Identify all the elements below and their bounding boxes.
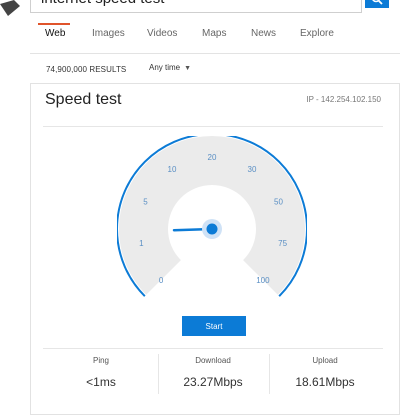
time-filter-dropdown[interactable]: Any time ▼ bbox=[149, 63, 191, 72]
results-count: 74,900,000 RESULTS bbox=[46, 65, 127, 74]
ping-label: Ping bbox=[92, 356, 109, 365]
gauge-tick-label: 5 bbox=[143, 197, 148, 206]
search-box bbox=[30, 0, 362, 13]
search-icon bbox=[372, 0, 383, 5]
tabs-divider bbox=[30, 53, 400, 54]
card-title: Speed test bbox=[45, 91, 122, 108]
tab-videos[interactable]: Videos bbox=[147, 28, 177, 39]
stats-divider bbox=[43, 348, 383, 349]
download-label: Download bbox=[195, 356, 231, 365]
search-button[interactable] bbox=[365, 0, 389, 8]
download-value: 23.27Mbps bbox=[183, 375, 243, 389]
stat-ping: Ping <1ms bbox=[47, 356, 155, 389]
gauge-tick-label: 0 bbox=[159, 276, 164, 285]
ip-address: IP - 142.254.102.150 bbox=[306, 95, 381, 104]
time-filter-label: Any time bbox=[149, 63, 181, 72]
stat-upload: Upload 18.61Mbps bbox=[271, 356, 379, 389]
upload-value: 18.61Mbps bbox=[295, 375, 355, 389]
ping-value: <1ms bbox=[86, 375, 116, 389]
gauge-tick-label: 100 bbox=[256, 276, 270, 285]
tab-images[interactable]: Images bbox=[92, 28, 125, 39]
tab-web[interactable]: Web bbox=[45, 28, 65, 39]
gauge-tick-label: 30 bbox=[248, 165, 257, 174]
gauge-tick-label: 75 bbox=[278, 239, 287, 248]
upload-label: Upload bbox=[312, 356, 338, 365]
speed-test-card: Speed test IP - 142.254.102.150 0 1 5 10 20 3… bbox=[30, 83, 400, 415]
gauge-tick-label: 20 bbox=[208, 153, 217, 162]
gauge-tick-label: 1 bbox=[139, 239, 144, 248]
tab-explore[interactable]: Explore bbox=[300, 28, 334, 39]
gauge-tick-label: 50 bbox=[274, 197, 283, 206]
tab-news[interactable]: News bbox=[251, 28, 276, 39]
gauge-tick-label: 10 bbox=[168, 165, 177, 174]
card-divider bbox=[43, 126, 383, 127]
start-button[interactable]: Start bbox=[182, 316, 246, 336]
logo-icon bbox=[0, 0, 20, 16]
stat-separator bbox=[269, 354, 270, 394]
active-tab-indicator bbox=[38, 23, 70, 25]
gauge-pivot bbox=[206, 223, 218, 235]
tab-maps[interactable]: Maps bbox=[202, 28, 226, 39]
speed-gauge: 0 1 5 10 20 30 50 75 100 bbox=[117, 136, 307, 297]
chevron-down-icon: ▼ bbox=[184, 65, 192, 72]
search-input[interactable] bbox=[41, 0, 341, 8]
stat-download: Download 23.27Mbps bbox=[159, 356, 267, 389]
